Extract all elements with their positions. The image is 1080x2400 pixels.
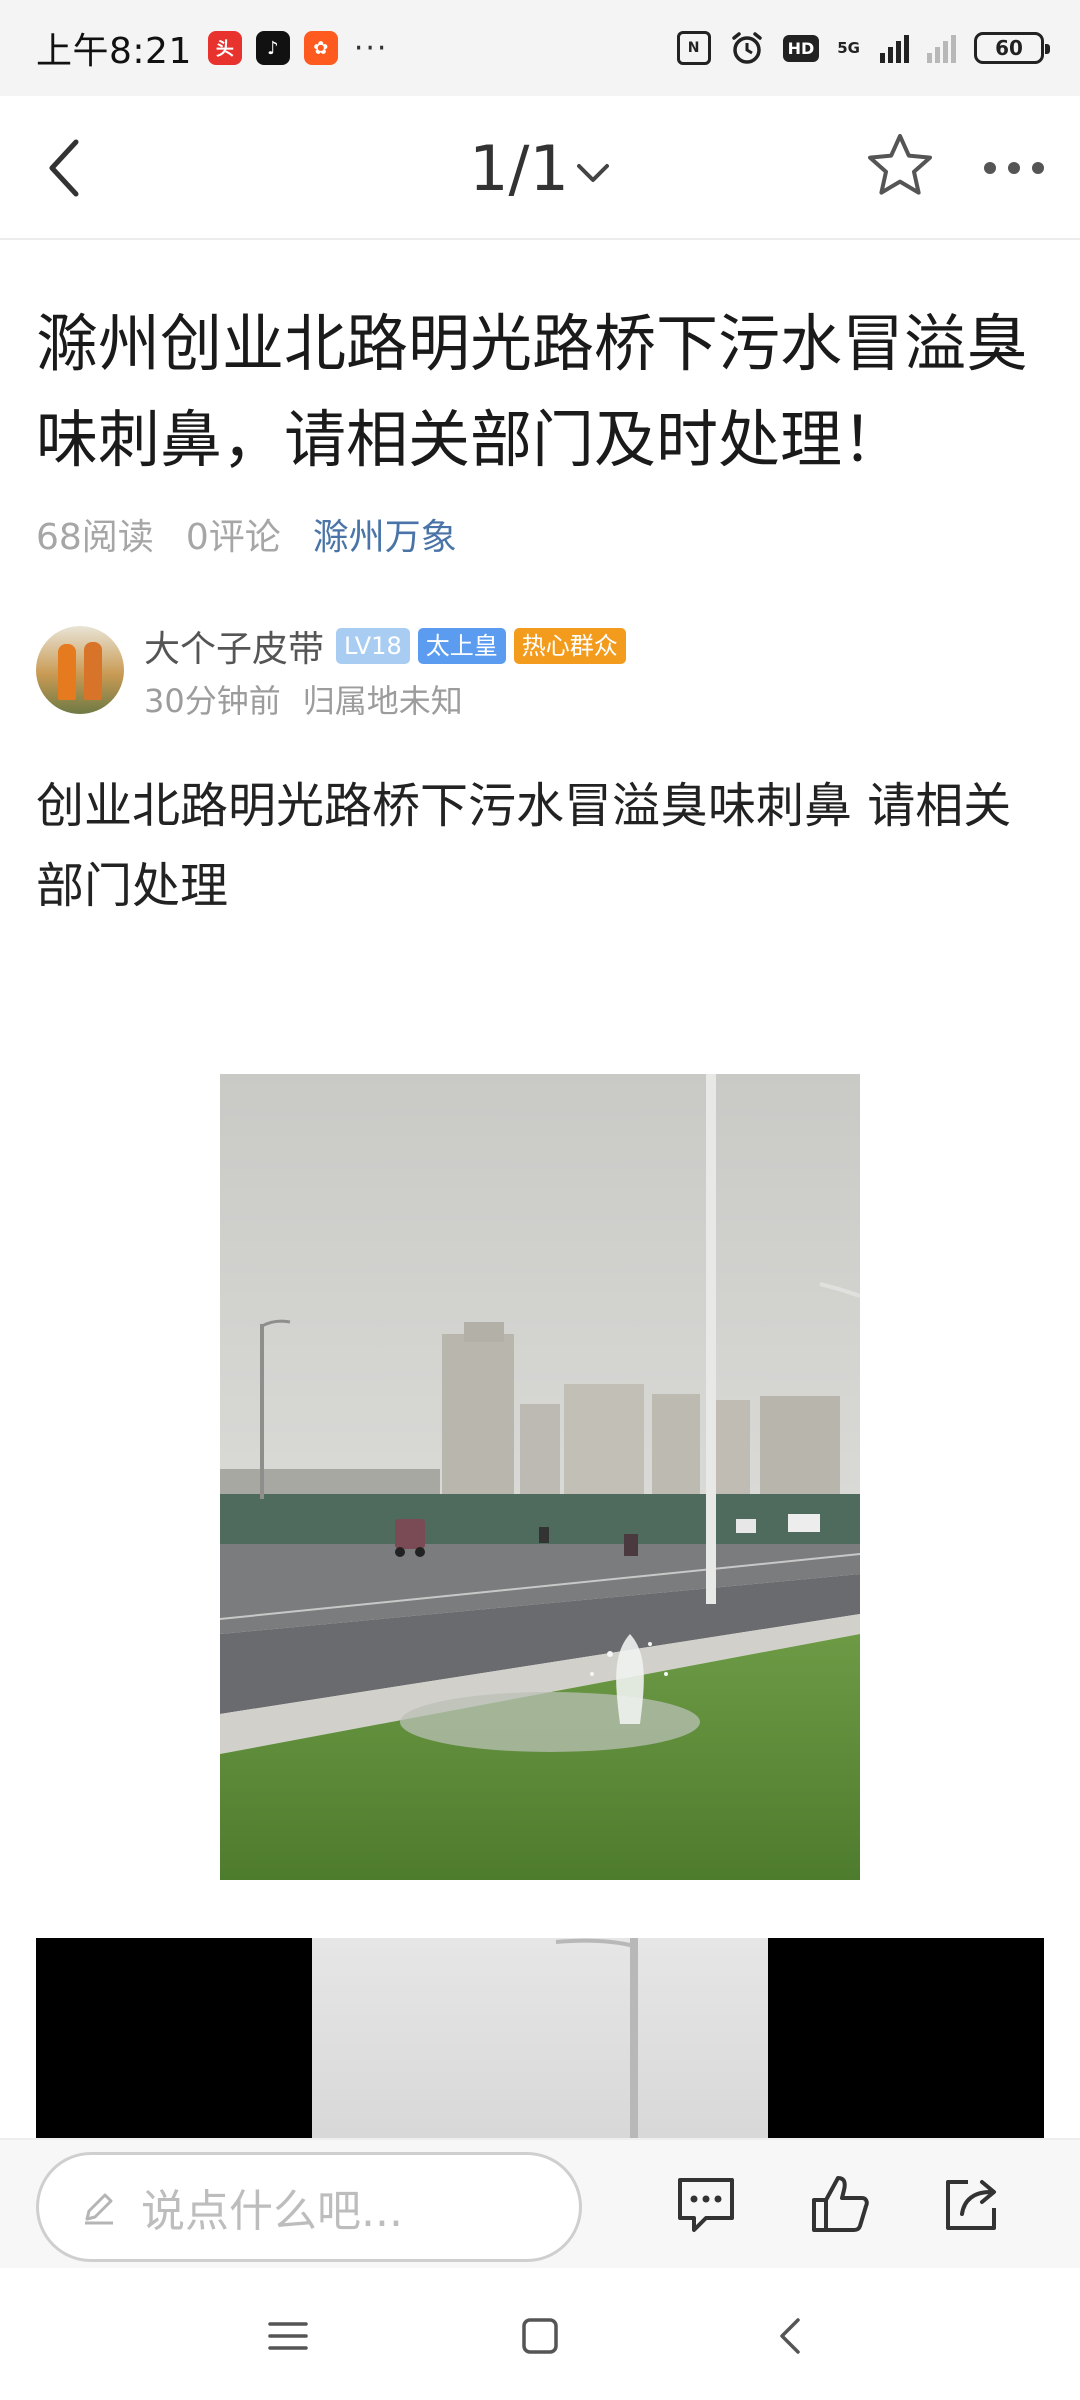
article-meta: 68阅读 0评论 滁州万象 xyxy=(36,508,457,560)
chevron-down-icon xyxy=(576,163,609,182)
like-thumbs-up-icon[interactable] xyxy=(806,2170,874,2238)
article-title: 滁州创业北路明光路桥下污水冒溢臭味刺鼻，请相关部门及时处理！ xyxy=(36,307,1029,476)
network-type: 5G xyxy=(837,38,860,57)
status-app-icons: 头 ♪ ✿ xyxy=(207,31,338,65)
article-photo[interactable] xyxy=(220,1074,860,1880)
comment-count: 0评论 xyxy=(185,517,281,558)
top-nav-bar: 1/1 xyxy=(0,96,1080,240)
comment-placeholder: 说点什么吧... xyxy=(141,2186,403,2237)
comment-bar: 说点什么吧... xyxy=(0,2138,1080,2268)
system-back-icon[interactable] xyxy=(764,2308,820,2364)
battery-icon: 60 xyxy=(974,32,1050,64)
toutiao-app-icon: 头 xyxy=(207,31,242,65)
status-more-dots: ··· xyxy=(353,30,389,66)
author-name-row: 大个子皮带 LV18 太上皇 热心群众 xyxy=(144,624,626,670)
signal-strength-icon xyxy=(880,33,909,63)
source-link[interactable]: 滁州万象 xyxy=(313,508,457,560)
more-options-icon[interactable] xyxy=(978,140,1050,196)
system-navigation-bar xyxy=(0,2268,1080,2400)
menu-icon[interactable] xyxy=(260,2308,316,2364)
status-bar: 上午8:21 头 ♪ ✿ ··· N HD 5G 60 xyxy=(0,0,1080,96)
signal-strength-secondary-icon xyxy=(927,33,956,63)
role-badge: 热心群众 xyxy=(513,628,626,664)
status-indicators: N HD 5G 60 xyxy=(676,30,1050,66)
post-time: 30分钟前 xyxy=(144,682,281,720)
author-row[interactable]: 大个子皮带 LV18 太上皇 热心群众 30分钟前 归属地未知 xyxy=(36,624,1046,720)
alarm-icon xyxy=(731,32,762,64)
comment-icon[interactable] xyxy=(672,2170,740,2238)
article-body: 创业北路明光路桥下污水冒溢臭味刺鼻 请相关部门处理 xyxy=(36,778,1012,914)
hd-icon: HD xyxy=(782,34,820,62)
nfc-icon: N xyxy=(676,31,711,65)
page-indicator-label: 1/1 xyxy=(469,132,569,205)
level-badge: LV18 xyxy=(336,628,410,664)
title-badge: 太上皇 xyxy=(417,628,506,664)
battery-level: 60 xyxy=(995,36,1023,60)
author-name[interactable]: 大个子皮带 xyxy=(144,620,324,672)
post-location: 归属地未知 xyxy=(302,682,463,720)
status-time: 上午8:21 xyxy=(36,31,192,72)
author-subinfo: 30分钟前 归属地未知 xyxy=(144,676,463,722)
home-icon[interactable] xyxy=(512,2308,568,2364)
share-icon[interactable] xyxy=(938,2170,1006,2238)
article-photo-second[interactable] xyxy=(36,1938,1044,2138)
favorite-star-icon[interactable] xyxy=(864,130,936,202)
read-count: 68阅读 xyxy=(36,517,154,558)
comment-input[interactable]: 说点什么吧... xyxy=(36,2152,582,2262)
tiktok-app-icon: ♪ xyxy=(255,31,290,65)
kuaishou-app-icon: ✿ xyxy=(303,31,338,65)
pencil-icon xyxy=(85,2193,113,2225)
avatar[interactable] xyxy=(36,626,124,714)
